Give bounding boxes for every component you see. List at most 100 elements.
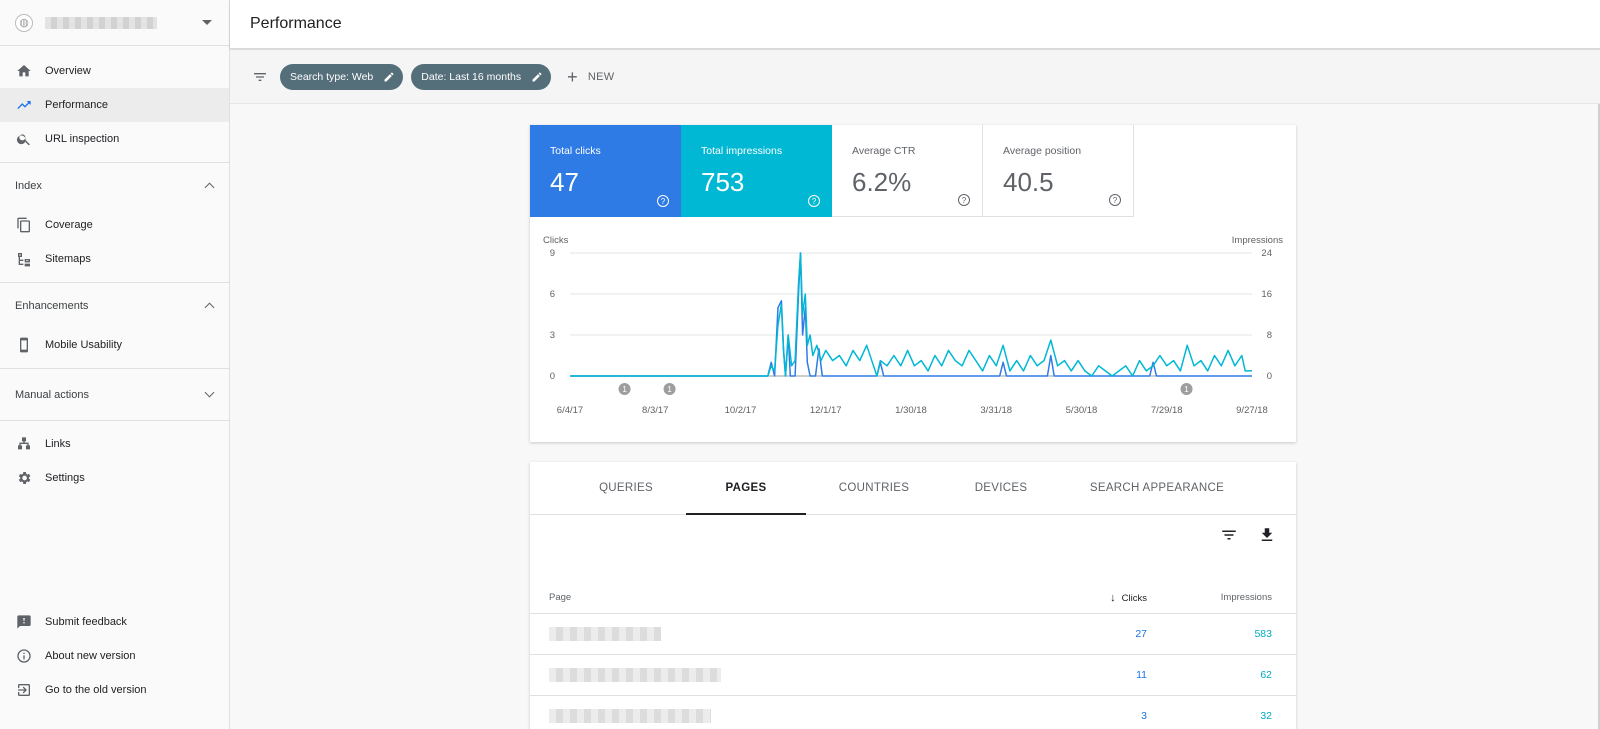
- nav-url-inspection[interactable]: URL inspection: [0, 122, 229, 156]
- feedback-icon: [16, 614, 32, 630]
- metric-total-clicks[interactable]: Total clicks 47 ?: [530, 125, 681, 217]
- tab-label: DEVICES: [974, 482, 1028, 494]
- results-table-card: QUERIES PAGES COUNTRIES DEVICES SEARCH A…: [530, 462, 1296, 729]
- y-tick-left: 3: [550, 330, 555, 341]
- section-manual-actions[interactable]: Manual actions: [0, 368, 229, 420]
- x-tick: 3/31/18: [980, 405, 1012, 416]
- y-tick-left: 9: [550, 248, 555, 259]
- table-row[interactable]: 27 583: [530, 614, 1296, 655]
- dimension-tabs: QUERIES PAGES COUNTRIES DEVICES SEARCH A…: [530, 462, 1296, 515]
- row-impressions: 583: [1254, 628, 1272, 640]
- search-type-chip[interactable]: Search type: Web: [280, 63, 404, 90]
- tab-label: COUNTRIES: [838, 482, 910, 494]
- x-tick: 9/27/18: [1236, 405, 1268, 416]
- chip-label: Date: Last 16 months: [421, 70, 522, 83]
- row-clicks: 27: [1135, 628, 1147, 640]
- nav-mobile-usability[interactable]: Mobile Usability: [0, 328, 229, 362]
- edit-icon: [383, 71, 395, 83]
- nav-links[interactable]: Links: [0, 427, 229, 461]
- dropdown-caret-icon[interactable]: [202, 20, 212, 25]
- metric-label: Total impressions: [701, 145, 783, 157]
- row-clicks: 11: [1136, 669, 1147, 681]
- date-chip[interactable]: Date: Last 16 months: [411, 63, 552, 90]
- row-impressions: 62: [1260, 669, 1272, 681]
- metric-average-position[interactable]: Average position 40.5 ?: [983, 125, 1134, 217]
- nav-old-version[interactable]: Go to the old version: [0, 673, 229, 707]
- row-impressions: 32: [1260, 710, 1272, 722]
- nav-sitemaps[interactable]: Sitemaps: [0, 242, 229, 276]
- x-tick: 7/29/18: [1151, 405, 1183, 416]
- nav-label: About new version: [45, 650, 136, 662]
- y-axis-left-label: Clicks: [543, 235, 569, 246]
- nav-label: URL inspection: [45, 133, 120, 145]
- phone-icon: [16, 337, 32, 353]
- table-header: Page ↓ Clicks Impressions: [530, 582, 1296, 614]
- tab-search-appearance[interactable]: SEARCH APPEARANCE: [1060, 462, 1254, 514]
- chevron-down-icon: [204, 387, 215, 398]
- metric-average-ctr[interactable]: Average CTR 6.2% ?: [832, 125, 983, 217]
- arrow-down-icon: ↓: [1110, 591, 1116, 604]
- section-enhancements[interactable]: Enhancements: [0, 282, 229, 328]
- new-filter-button[interactable]: + NEW: [567, 68, 614, 86]
- tab-pages[interactable]: PAGES: [686, 462, 806, 515]
- nav-label: Overview: [45, 65, 91, 77]
- nav-overview[interactable]: Overview: [0, 54, 229, 88]
- nav-label: Submit feedback: [45, 616, 127, 628]
- nav-settings[interactable]: Settings: [0, 461, 229, 495]
- page-url-redacted[interactable]: [549, 627, 1057, 641]
- links-icon: [16, 436, 32, 452]
- tab-countries[interactable]: COUNTRIES: [806, 462, 942, 514]
- tab-devices[interactable]: DEVICES: [942, 462, 1060, 514]
- tab-queries[interactable]: QUERIES: [566, 462, 686, 514]
- y-tick-right: 24: [1261, 248, 1272, 259]
- column-page[interactable]: Page: [549, 592, 1057, 603]
- section-title: Enhancements: [15, 299, 89, 312]
- metric-total-impressions[interactable]: Total impressions 753 ?: [681, 125, 832, 217]
- row-clicks: 3: [1141, 710, 1147, 722]
- help-icon[interactable]: ?: [958, 194, 970, 206]
- section-title: Manual actions: [15, 388, 89, 401]
- page-url-redacted[interactable]: [549, 668, 1057, 682]
- help-icon[interactable]: ?: [808, 195, 820, 207]
- y-tick-right: 8: [1267, 330, 1272, 341]
- x-tick: 12/1/17: [810, 405, 842, 416]
- table-row[interactable]: 3 32: [530, 696, 1296, 729]
- download-icon[interactable]: [1258, 526, 1276, 544]
- annotation-label: 1: [667, 385, 672, 394]
- nav-label: Coverage: [45, 219, 93, 231]
- nav-about-new-version[interactable]: About new version: [0, 639, 229, 673]
- x-tick: 8/3/17: [642, 405, 668, 416]
- annotation-label: 1: [622, 385, 627, 394]
- help-icon[interactable]: ?: [1109, 194, 1121, 206]
- nav-coverage[interactable]: Coverage: [0, 208, 229, 242]
- filter-icon[interactable]: [252, 69, 268, 85]
- search-icon: [16, 131, 32, 147]
- column-clicks[interactable]: ↓ Clicks: [1057, 592, 1147, 604]
- performance-line-chart[interactable]: Clicks Impressions 0 0 3 8 6 16 9 24 6/4/17 8/3/17 1…: [530, 233, 1296, 438]
- nav-label: Performance: [45, 99, 108, 111]
- page-url-redacted[interactable]: [549, 709, 1057, 723]
- y-tick-left: 6: [550, 289, 555, 300]
- nav-submit-feedback[interactable]: Submit feedback: [0, 605, 229, 639]
- property-selector[interactable]: ◍: [0, 0, 229, 46]
- metric-label: Average CTR: [852, 145, 916, 157]
- exit-icon: [16, 682, 32, 698]
- nav-label: Mobile Usability: [45, 339, 123, 351]
- plus-icon: +: [567, 66, 578, 87]
- sidebar: ◍ Overview Performance URL inspection In…: [0, 0, 230, 729]
- metric-value: 753: [701, 167, 745, 197]
- table-toolbar: [530, 515, 1296, 554]
- nav-label: Links: [45, 438, 71, 450]
- sidebar-footer: Submit feedback About new version Go to …: [0, 605, 229, 707]
- help-icon[interactable]: ?: [657, 195, 669, 207]
- filter-rows-icon[interactable]: [1220, 526, 1238, 544]
- column-impressions[interactable]: Impressions: [1147, 592, 1272, 603]
- globe-icon: ◍: [15, 13, 33, 32]
- x-tick: 10/2/17: [725, 405, 757, 416]
- property-name-redacted: [45, 16, 157, 29]
- copy-icon: [16, 217, 32, 233]
- annotation-label: 1: [1184, 385, 1189, 394]
- section-index[interactable]: Index: [0, 162, 229, 208]
- table-row[interactable]: 11 62: [530, 655, 1296, 696]
- nav-performance[interactable]: Performance: [0, 88, 229, 122]
